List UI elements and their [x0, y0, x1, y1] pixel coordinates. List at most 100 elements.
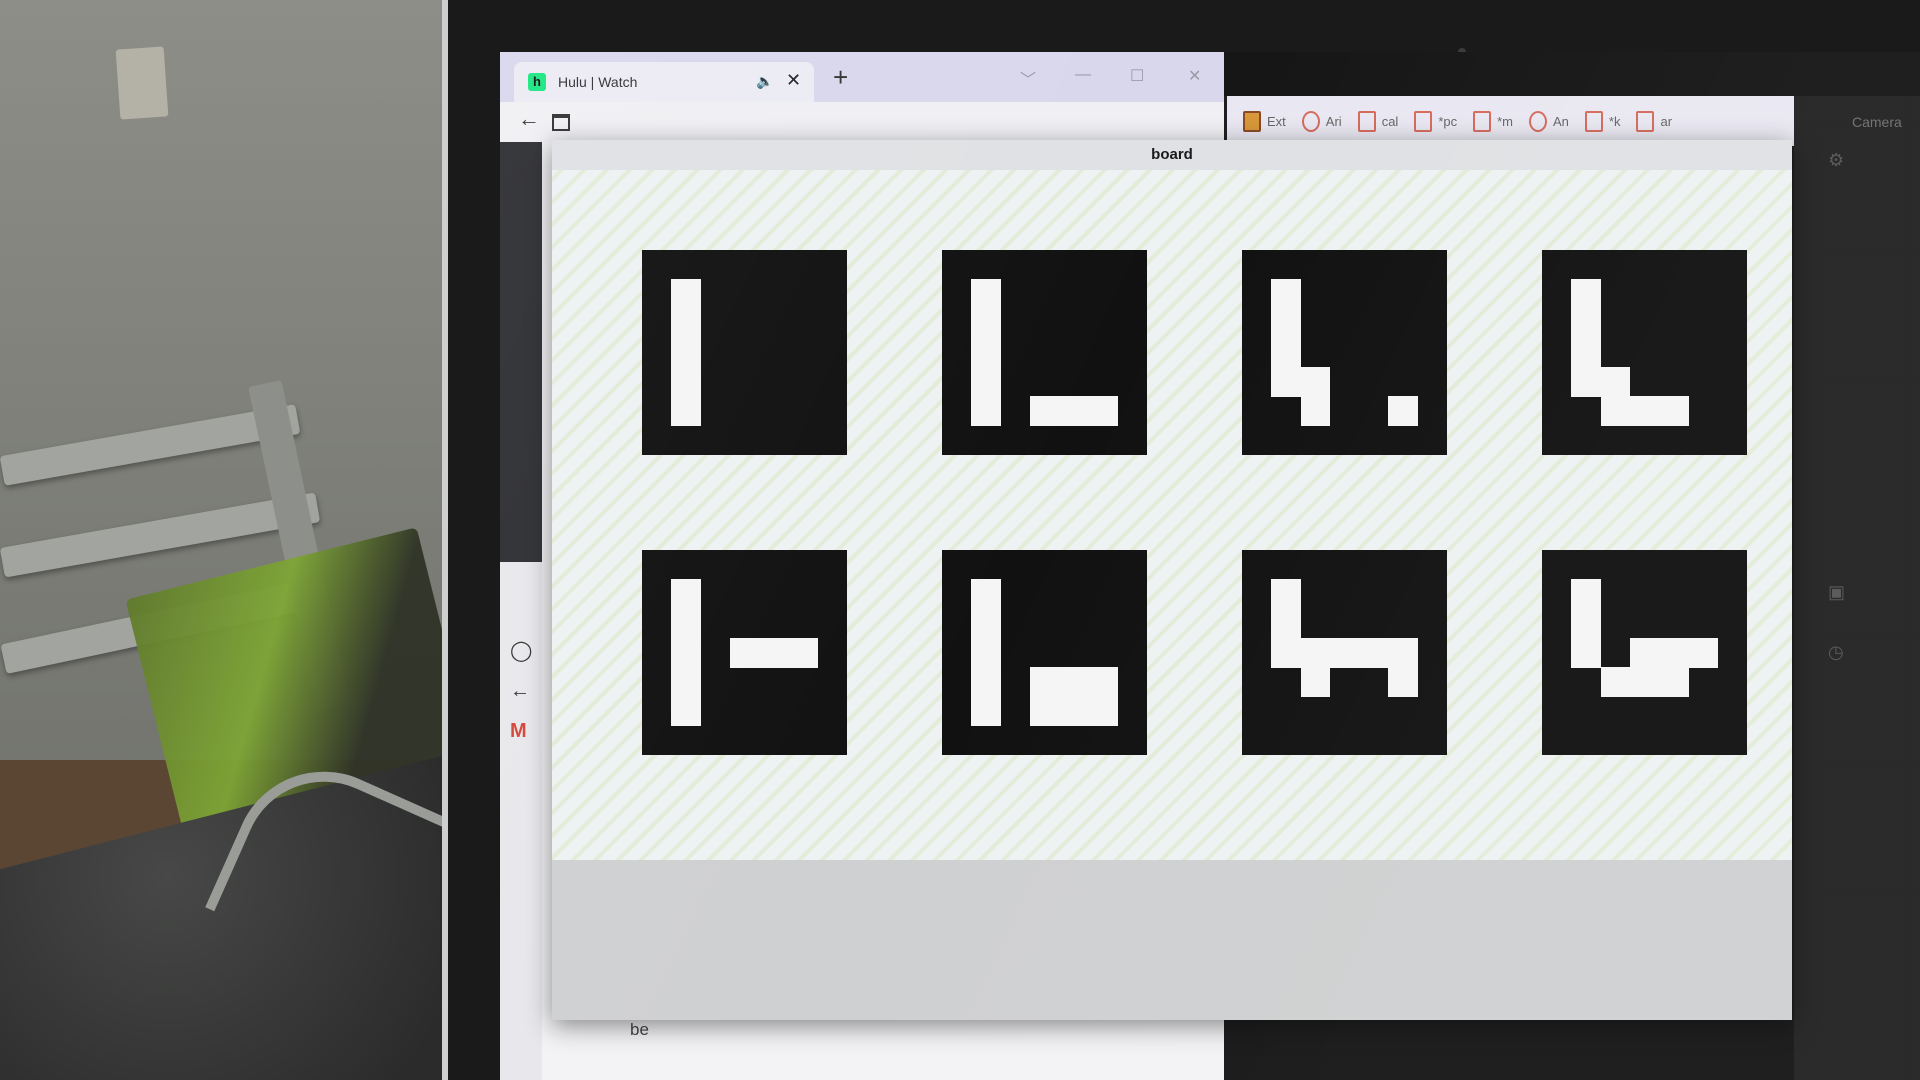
- marker-3: [1242, 250, 1447, 455]
- bookmarks-bar: Ext Ari cal *pc *m An *k ar: [1224, 96, 1797, 146]
- marker-cell: [1300, 367, 1331, 397]
- github-icon[interactable]: ◯: [510, 638, 532, 663]
- back-button[interactable]: ←: [518, 106, 540, 132]
- bookmark-label: ar: [1660, 113, 1673, 129]
- board-title: board: [1151, 146, 1193, 163]
- light-switch: [115, 46, 169, 120]
- marker-cell: [971, 579, 1002, 610]
- marker-6: [942, 550, 1147, 755]
- camera-timer-icon[interactable]: ◷: [1828, 642, 1844, 663]
- marker-cell: [1659, 396, 1689, 427]
- marker-cell: [1388, 667, 1419, 697]
- marker-cell: [1571, 367, 1602, 397]
- marker-cell: [671, 279, 702, 310]
- marker-cell: [1059, 667, 1089, 697]
- marker-cell: [1359, 637, 1389, 668]
- marker-cell: [671, 637, 702, 668]
- marker-cell: [1271, 637, 1302, 668]
- browser-toolbar: ←: [500, 102, 1224, 142]
- marker-cell: [1271, 337, 1302, 368]
- marker-cell: [1300, 637, 1331, 668]
- tab-hulu-watch[interactable]: h Hulu | Watch 🔈 ✕: [514, 62, 814, 102]
- bookmark-item[interactable]: cal: [1357, 110, 1399, 132]
- board-titlebar[interactable]: board: [552, 140, 1792, 170]
- tab-title: Hulu | Watch: [558, 74, 638, 90]
- marker-cell: [788, 637, 819, 668]
- marker-cell: [671, 337, 702, 368]
- marker-cell: [1088, 667, 1119, 697]
- bookmark-label: *pc: [1438, 113, 1458, 129]
- marker-cell: [971, 637, 1002, 668]
- bookmark-label: An: [1553, 113, 1569, 129]
- marker-cell: [1300, 667, 1331, 697]
- bookmark-item[interactable]: *m: [1473, 110, 1513, 132]
- page-icon: [1414, 110, 1433, 132]
- marker-cell: [1271, 579, 1302, 610]
- marker-cell: [971, 308, 1002, 339]
- marker-cell: [1571, 337, 1602, 368]
- tab-search-icon[interactable]: ﹀: [1020, 66, 1036, 90]
- marker-cell: [971, 608, 1002, 639]
- marker-1: [642, 250, 847, 455]
- marker-cell: [1688, 637, 1719, 668]
- marker-cell: [671, 308, 702, 339]
- marker-cell: [1629, 637, 1660, 668]
- maximize-button[interactable]: ☐: [1130, 66, 1144, 86]
- board-window: board: [552, 140, 1792, 1020]
- bookmark-label: cal: [1381, 113, 1399, 129]
- marker-cell: [671, 396, 702, 427]
- speaker-icon[interactable]: 🔈: [756, 73, 773, 90]
- marker-cell: [1571, 279, 1602, 310]
- marker-cell: [1059, 696, 1089, 727]
- marker-5: [642, 550, 847, 755]
- marker-cell: [1300, 396, 1331, 427]
- marker-cell: [1600, 396, 1631, 427]
- marker-cell: [1659, 667, 1689, 697]
- camera-settings-icon[interactable]: ⚙: [1828, 150, 1844, 171]
- bookmark-item[interactable]: ar: [1636, 110, 1673, 132]
- page-text-fragment: be: [630, 1020, 649, 1039]
- marker-cell: [1271, 279, 1302, 310]
- marker-cell: [1271, 608, 1302, 639]
- marker-cell: [1629, 396, 1660, 427]
- bookmark-item[interactable]: Ari: [1301, 110, 1342, 132]
- board-footer: [552, 860, 1792, 1020]
- back-arrow-icon[interactable]: ←: [510, 680, 530, 703]
- bookmark-item[interactable]: *k: [1584, 110, 1620, 132]
- marker-cell: [971, 337, 1002, 368]
- page-icon: [1584, 110, 1603, 132]
- marker-cell: [671, 367, 702, 397]
- marker-4: [1542, 250, 1747, 455]
- bookmark-label: Ext: [1267, 113, 1286, 129]
- marker-cell: [1271, 367, 1302, 397]
- camera-mode-icon[interactable]: ▣: [1828, 582, 1845, 603]
- minimize-button[interactable]: —: [1075, 66, 1091, 84]
- marker-cell: [1571, 579, 1602, 610]
- video-thumbnail: [500, 142, 542, 562]
- laptop-screen: h Hulu | Watch 🔈 ✕ + ﹀ — ☐ ✕ ← ◯ ← M be …: [500, 52, 1920, 1080]
- tab-close-button[interactable]: ✕: [786, 70, 801, 91]
- marker-cell: [1600, 367, 1631, 397]
- marker-cell: [671, 696, 702, 727]
- bookmark-item[interactable]: Ext: [1243, 110, 1286, 132]
- marker-cell: [1571, 637, 1602, 668]
- new-tab-button[interactable]: +: [833, 62, 848, 93]
- close-window-button[interactable]: ✕: [1188, 66, 1201, 86]
- marker-cell: [1600, 667, 1631, 697]
- page-icon: [1636, 110, 1655, 132]
- marker-cell: [671, 579, 702, 610]
- marker-8: [1542, 550, 1747, 755]
- marker-cell: [1329, 637, 1360, 668]
- marker-cell: [1629, 667, 1660, 697]
- marker-cell: [1029, 396, 1060, 427]
- circle-icon: [1529, 110, 1547, 132]
- gmail-icon[interactable]: M: [510, 720, 527, 743]
- marker-2: [942, 250, 1147, 455]
- marker-cell: [971, 396, 1002, 427]
- window-icon[interactable]: [552, 114, 570, 131]
- marker-cell: [759, 637, 789, 668]
- marker-cell: [1271, 308, 1302, 339]
- marker-cell: [1388, 396, 1419, 427]
- bookmark-item[interactable]: *pc: [1414, 110, 1458, 132]
- bookmark-item[interactable]: An: [1529, 110, 1569, 132]
